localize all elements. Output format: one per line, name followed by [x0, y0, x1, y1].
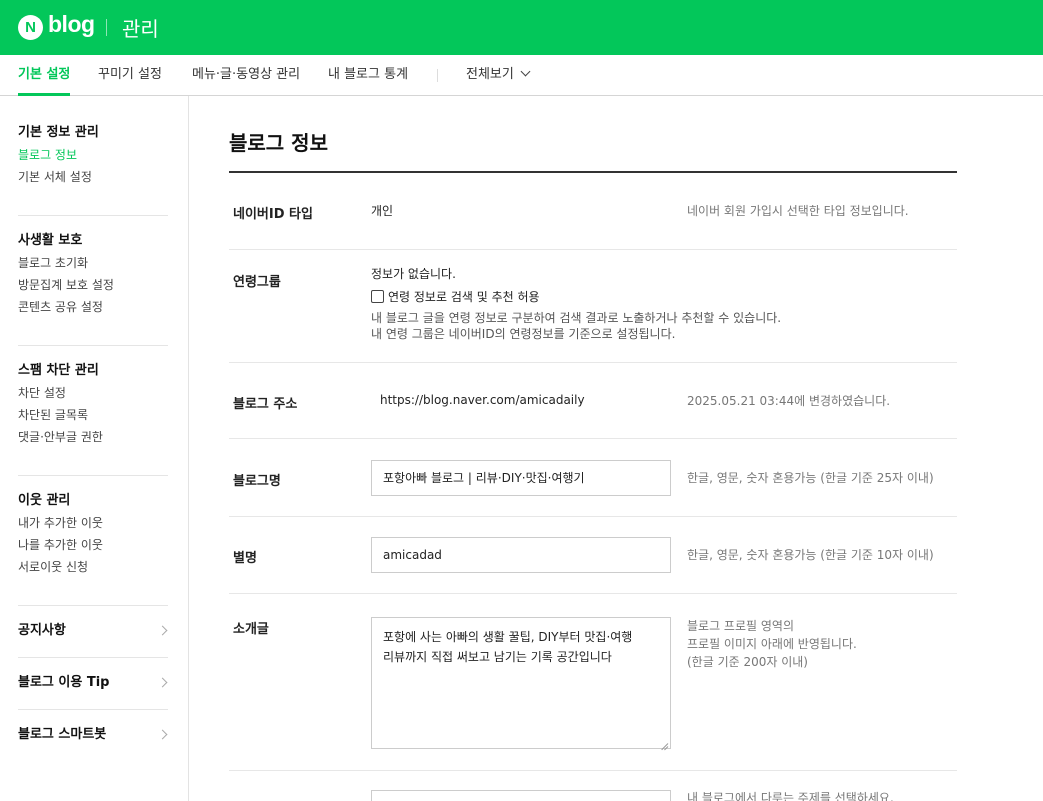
blog-address-label: 블로그 주소 — [233, 397, 298, 412]
sidebar-item-content-sharing[interactable]: 콘텐츠 공유 설정 — [18, 296, 168, 318]
sidebar-item-visit-count-protection[interactable]: 방문집계 보호 설정 — [18, 274, 168, 296]
row-divider — [229, 438, 957, 439]
topic-select[interactable] — [371, 790, 671, 801]
tab-menu-post-video[interactable]: 메뉴·글·동영상 관리 — [192, 55, 300, 96]
top-bar: N blog 관리 — [0, 0, 1043, 55]
sidebar-link-label: 블로그 스마트봇 — [18, 727, 107, 742]
sidebar-divider — [18, 475, 168, 476]
sidebar-group-title: 스팸 차단 관리 — [18, 363, 99, 378]
age-search-checkbox-row[interactable]: 연령 정보로 검색 및 추천 허용 — [371, 289, 540, 305]
sidebar-item-my-neighbors[interactable]: 내가 추가한 이웃 — [18, 512, 168, 534]
topic-hint: 내 블로그에서 다루는 주제를 선택하세요. — [687, 791, 894, 801]
sidebar-item-blog-reset[interactable]: 블로그 초기화 — [18, 252, 168, 274]
sidebar-group-title: 기본 정보 관리 — [18, 125, 99, 140]
sidebar-group-title: 이웃 관리 — [18, 493, 71, 508]
sidebar-item-comment-permissions[interactable]: 댓글·안부글 권한 — [18, 426, 168, 448]
tab-blog-stats[interactable]: 내 블로그 통계 — [328, 55, 408, 96]
sidebar-item-blog-info[interactable]: 블로그 정보 — [18, 144, 168, 166]
chevron-down-icon — [520, 66, 531, 77]
sidebar-link-label: 블로그 이용 Tip — [18, 675, 110, 690]
naver-id-type-hint: 네이버 회원 가입시 선택한 타입 정보입니다. — [687, 204, 909, 218]
row-divider — [229, 593, 957, 594]
sidebar-group-spam: 스팸 차단 관리 차단 설정 차단된 글목록 댓글·안부글 권한 — [18, 360, 168, 448]
title-underline — [229, 171, 957, 173]
intro-hint-2: 프로필 이미지 아래에 반영됩니다. — [687, 637, 857, 651]
naver-n-logo-icon[interactable]: N — [18, 15, 43, 40]
sidebar-group-neighbors: 이웃 관리 내가 추가한 이웃 나를 추가한 이웃 서로이웃 신청 — [18, 490, 168, 578]
age-search-checkbox[interactable] — [371, 290, 384, 303]
age-group-value: 정보가 없습니다. — [371, 267, 456, 281]
header-divider — [106, 19, 107, 36]
row-divider — [229, 249, 957, 250]
row-divider — [229, 516, 957, 517]
tab-divider — [437, 69, 438, 82]
blog-logo-text[interactable]: blog — [48, 11, 95, 38]
nickname-hint: 한글, 영문, 숫자 혼용가능 (한글 기준 10자 이내) — [687, 548, 934, 562]
blog-name-hint: 한글, 영문, 숫자 혼용가능 (한글 기준 25자 이내) — [687, 471, 934, 485]
sidebar-link-label: 공지사항 — [18, 623, 66, 638]
intro-label: 소개글 — [233, 622, 269, 637]
sidebar-item-mutual-requests[interactable]: 서로이웃 신청 — [18, 556, 168, 578]
tab-design-settings[interactable]: 꾸미기 설정 — [98, 55, 162, 96]
sidebar-item-block-settings[interactable]: 차단 설정 — [18, 382, 168, 404]
sidebar-item-blocked-posts[interactable]: 차단된 글목록 — [18, 404, 168, 426]
naver-id-type-label: 네이버ID 타입 — [233, 207, 313, 222]
blog-address-hint: 2025.05.21 03:44에 변경하였습니다. — [687, 394, 891, 408]
nickname-input[interactable]: amicadad — [371, 537, 671, 573]
sidebar-link-notice[interactable]: 공지사항 — [18, 620, 168, 642]
blog-name-input[interactable]: 포항아빠 블로그 | 리뷰·DIY·맛집·여행기 — [371, 460, 671, 496]
sidebar-link-tips[interactable]: 블로그 이용 Tip — [18, 672, 168, 694]
intro-text-line-2: 리뷰까지 직접 써보고 남기는 기록 공간입니다 — [383, 650, 612, 664]
sidebar-divider — [18, 215, 168, 216]
sidebar-group-title: 사생활 보호 — [18, 233, 83, 248]
intro-text-line-1: 포항에 사는 아빠의 생활 꿀팁, DIY부터 맛집·여행 — [383, 630, 633, 644]
settings-tab-bar: 기본 설정 꾸미기 설정 메뉴·글·동영상 관리 내 블로그 통계 전체보기 — [0, 55, 1043, 96]
sidebar-divider — [18, 709, 168, 710]
page-title: 블로그 정보 — [229, 131, 328, 155]
chevron-right-icon — [157, 677, 168, 688]
intro-textarea[interactable]: 포항에 사는 아빠의 생활 꿀팁, DIY부터 맛집·여행 리뷰까지 직접 써보… — [371, 617, 671, 749]
row-divider — [229, 770, 957, 771]
age-group-desc-2: 내 연령 그룹은 네이버ID의 연령정보를 기준으로 설정됩니다. — [371, 327, 676, 341]
age-group-label: 연령그룹 — [233, 275, 281, 290]
sidebar — [0, 96, 189, 801]
intro-hint-3: (한글 기준 200자 이내) — [687, 655, 808, 669]
chevron-right-icon — [157, 729, 168, 740]
intro-hint-1: 블로그 프로필 영역의 — [687, 619, 794, 633]
resize-handle-icon[interactable] — [661, 739, 669, 747]
nickname-label: 별명 — [233, 551, 257, 566]
chevron-right-icon — [157, 625, 168, 636]
page-header-title: 관리 — [122, 17, 159, 41]
tab-view-all-label: 전체보기 — [466, 67, 514, 82]
naver-id-type-value: 개인 — [371, 204, 394, 218]
sidebar-group-privacy: 사생활 보호 블로그 초기화 방문집계 보호 설정 콘텐츠 공유 설정 — [18, 230, 168, 318]
tab-basic-settings[interactable]: 기본 설정 — [18, 55, 71, 96]
tab-view-all[interactable]: 전체보기 — [466, 55, 531, 96]
blog-address-value: https://blog.naver.com/amicadaily — [380, 393, 585, 407]
sidebar-item-font-settings[interactable]: 기본 서체 설정 — [18, 166, 168, 188]
age-search-checkbox-label[interactable]: 연령 정보로 검색 및 추천 허용 — [388, 290, 540, 304]
sidebar-group-basic-info: 기본 정보 관리 블로그 정보 기본 서체 설정 — [18, 122, 168, 188]
row-divider — [229, 362, 957, 363]
sidebar-divider — [18, 345, 168, 346]
sidebar-divider — [18, 605, 168, 606]
blog-name-label: 블로그명 — [233, 474, 281, 489]
sidebar-item-followers[interactable]: 나를 추가한 이웃 — [18, 534, 168, 556]
age-group-desc-1: 내 블로그 글을 연령 정보로 구분하여 검색 결과로 노출하거나 추천할 수 … — [371, 311, 782, 325]
sidebar-link-smartbot[interactable]: 블로그 스마트봇 — [18, 724, 168, 746]
sidebar-divider — [18, 657, 168, 658]
